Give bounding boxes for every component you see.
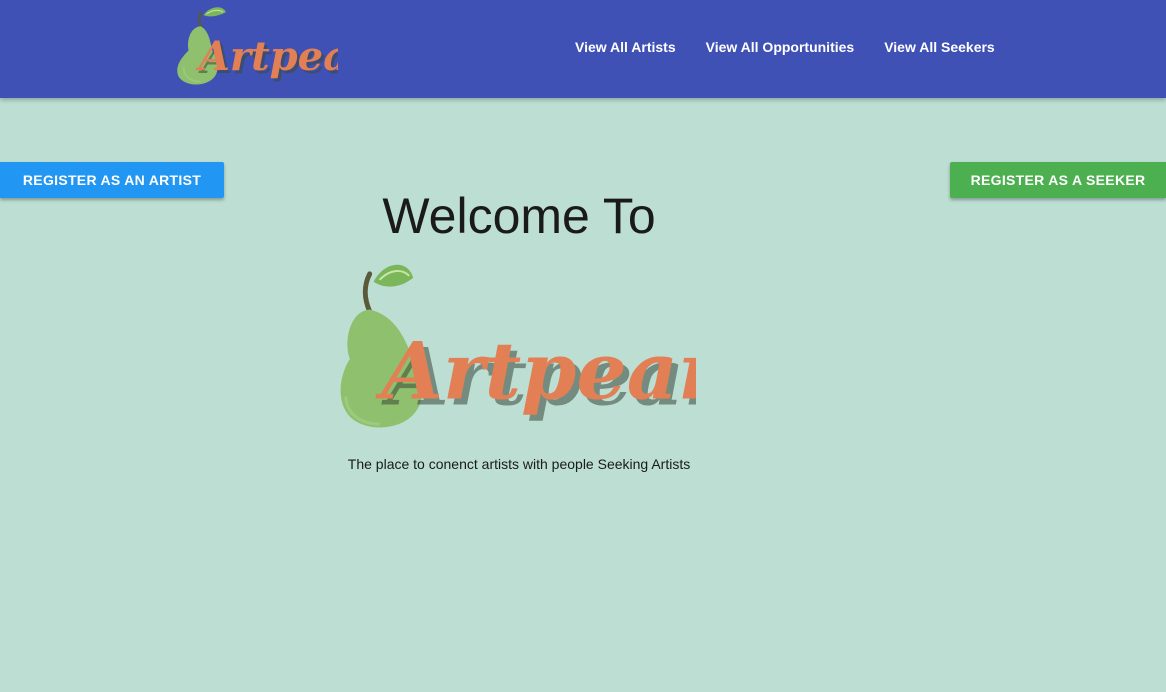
nav-link-view-all-opportunities[interactable]: View All Opportunities — [691, 38, 870, 56]
artpear-hero-logo: Artpear Artpear — [340, 264, 696, 428]
register-artist-button[interactable]: REGISTER AS AN ARTIST — [0, 162, 224, 198]
top-navbar: Artpear Artpear View All Artists View Al… — [0, 0, 1166, 98]
nav-logo-text: Artpear — [195, 33, 338, 80]
artpear-nav-logo[interactable]: Artpear Artpear — [166, 2, 338, 86]
tagline: The place to conenct artists with people… — [347, 456, 691, 472]
hero-logo-text: Artpear — [375, 324, 696, 417]
nav-link-view-all-artists[interactable]: View All Artists — [560, 38, 691, 56]
welcome-heading: Welcome To — [382, 188, 656, 244]
nav-links: View All Artists View All Opportunities … — [560, 38, 1010, 56]
nav-link-view-all-seekers[interactable]: View All Seekers — [869, 38, 1010, 56]
register-seeker-button[interactable]: REGISTER AS A SEEKER — [950, 162, 1166, 198]
